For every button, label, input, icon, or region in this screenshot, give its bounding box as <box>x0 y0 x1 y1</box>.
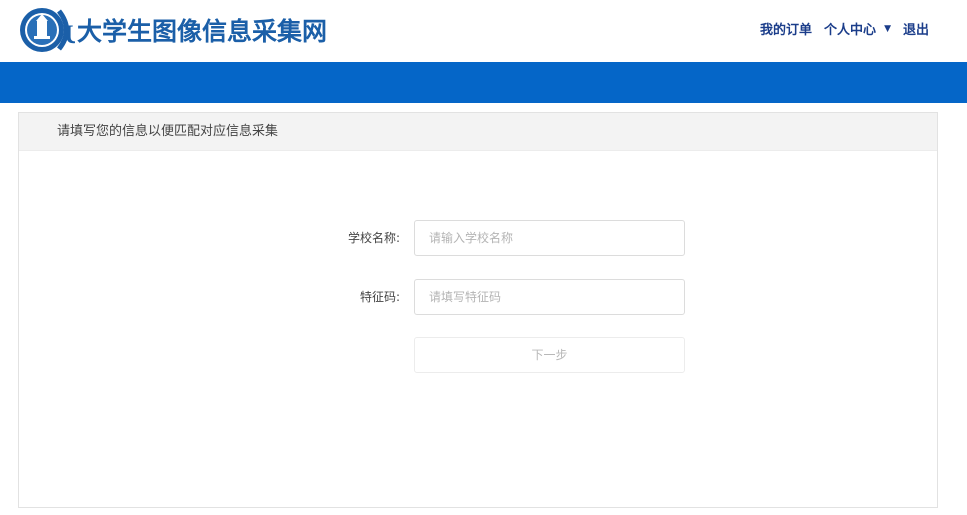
site-title: 大学生图像信息采集网 <box>77 17 328 46</box>
feature-code-row: 特征码: <box>19 279 937 315</box>
feature-code-input[interactable] <box>414 279 685 315</box>
my-orders-link[interactable]: 我的订单 <box>760 19 812 38</box>
university-seal-logo-icon: U <box>20 8 75 52</box>
feature-code-label: 特征码: <box>359 290 400 304</box>
school-name-label: 学校名称: <box>347 231 400 245</box>
school-name-input[interactable] <box>414 220 685 256</box>
next-step-button[interactable]: 下一步 <box>414 337 685 373</box>
info-panel: 请填写您的信息以便匹配对应信息采集 学校名称: 特征码: 下一步 <box>18 112 938 508</box>
panel-title: 请填写您的信息以便匹配对应信息采集 <box>19 113 937 151</box>
site-header: U 大学生图像信息采集网 我的订单 个人中心 ▼ 退出 <box>0 0 967 62</box>
site-logo[interactable]: U 大学生图像信息采集网 <box>19 3 327 57</box>
blue-banner-bar <box>0 62 967 103</box>
school-name-row: 学校名称: <box>19 220 937 256</box>
user-center-link[interactable]: 个人中心 <box>824 19 876 38</box>
top-nav: 我的订单 个人中心 ▼ 退出 <box>760 19 929 38</box>
caret-down-icon[interactable]: ▼ <box>884 24 891 34</box>
logout-link[interactable]: 退出 <box>903 19 929 38</box>
svg-text:U: U <box>64 20 75 49</box>
